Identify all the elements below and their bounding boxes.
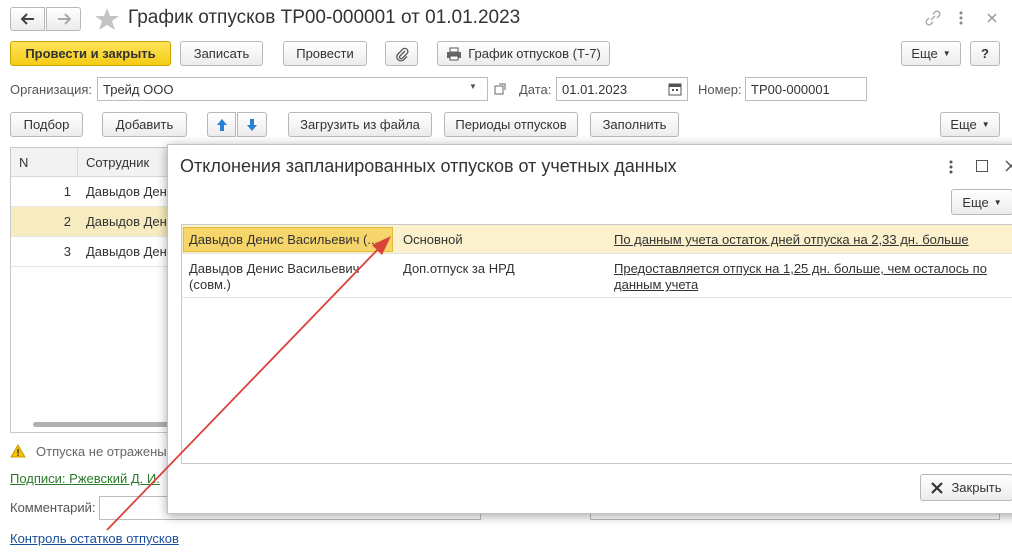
annotation-arrow: [106, 236, 391, 531]
